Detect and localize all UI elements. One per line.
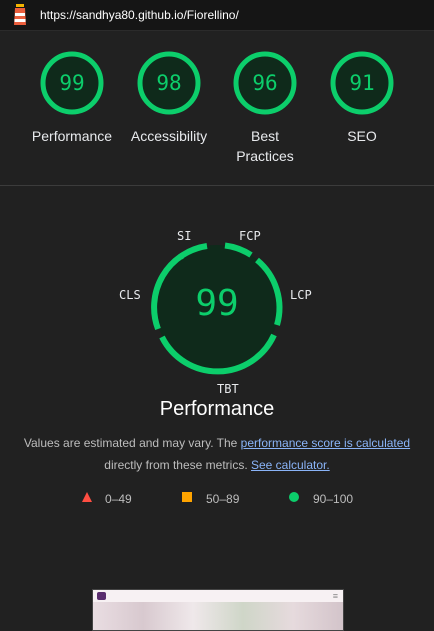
gauge-seo[interactable]: 91 SEO bbox=[317, 50, 407, 146]
gauge-performance[interactable]: 99 Performance bbox=[27, 50, 117, 146]
gauge-score: 96 bbox=[252, 71, 278, 95]
performance-gauge: SI FCP LCP TBT CLS 99 bbox=[117, 225, 317, 396]
menu-icon: ≡ bbox=[332, 591, 338, 601]
metrics-note: Values are estimated and may vary. The p… bbox=[15, 432, 419, 476]
page-screenshot-thumbnail[interactable]: ≡ bbox=[92, 589, 344, 631]
note-text: Values are estimated and may vary. The bbox=[23, 436, 241, 450]
gauge-accessibility[interactable]: 98 Accessibility bbox=[124, 50, 214, 146]
gauge-label: Accessibility bbox=[130, 128, 208, 144]
metric-si: SI bbox=[177, 229, 192, 243]
gauge-label: Best Practices bbox=[236, 128, 294, 164]
gauge-score: 99 bbox=[59, 71, 85, 95]
top-bar: https://sandhya80.github.io/Fiorellino/ bbox=[0, 0, 434, 31]
thumbnail-hero-image bbox=[93, 602, 343, 630]
performance-score: 99 bbox=[195, 283, 239, 324]
lighthouse-icon bbox=[10, 4, 30, 31]
page-url-link[interactable]: https://sandhya80.github.io/Fiorellino/ bbox=[40, 8, 239, 22]
performance-title: Performance bbox=[159, 398, 275, 420]
score-calculation-link[interactable]: performance score is calculated bbox=[241, 436, 410, 450]
gauge-best-practices[interactable]: 96 Best Practices bbox=[220, 50, 310, 166]
metric-fcp: FCP bbox=[239, 229, 261, 243]
note-text: directly from these metrics. bbox=[104, 458, 251, 472]
gauge-score: 98 bbox=[156, 71, 182, 95]
triangle-icon bbox=[81, 491, 93, 506]
score-legend: 0–49 50–89 90–100 bbox=[0, 491, 434, 507]
gauge-score: 91 bbox=[349, 71, 375, 95]
legend-range-fail: 0–49 bbox=[105, 492, 132, 506]
calculator-link[interactable]: See calculator. bbox=[251, 458, 330, 472]
gauge-label: SEO bbox=[347, 128, 377, 144]
gauge-label: Performance bbox=[31, 128, 113, 144]
legend-range-pass: 90–100 bbox=[313, 492, 354, 506]
legend-range-average: 50–89 bbox=[206, 492, 240, 506]
square-icon bbox=[181, 491, 193, 506]
section-divider bbox=[0, 185, 434, 186]
site-logo-icon bbox=[97, 592, 106, 600]
thumbnail-header: ≡ bbox=[93, 590, 343, 602]
metric-tbt: TBT bbox=[217, 382, 239, 396]
circle-icon bbox=[288, 491, 300, 506]
